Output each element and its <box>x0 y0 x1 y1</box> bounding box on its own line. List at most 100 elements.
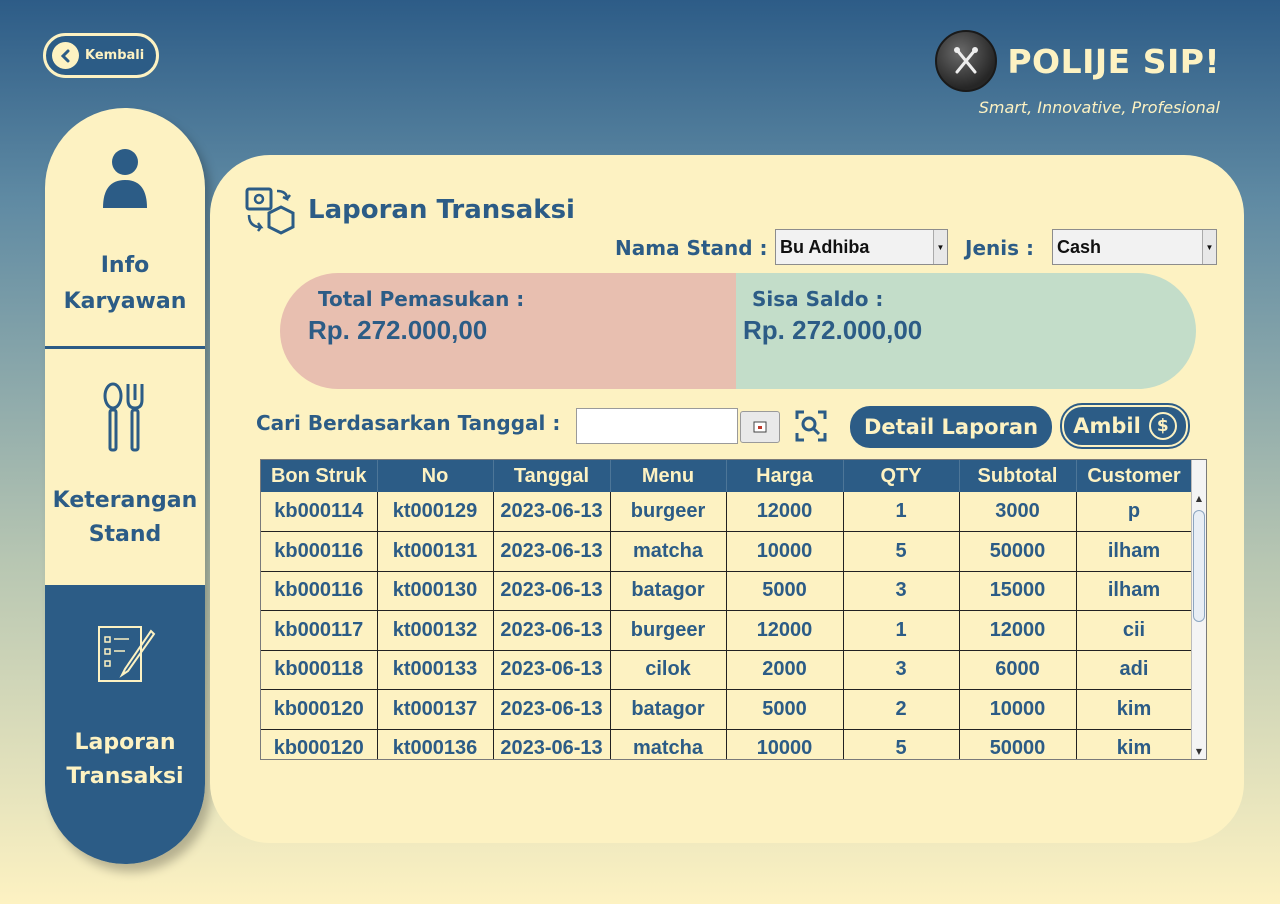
sidebar-item-label: Info <box>100 253 150 278</box>
summary-card: Total Pemasukan : Rp. 272.000,00 Sisa Sa… <box>280 273 1196 389</box>
jenis-select[interactable]: Cash ▼ <box>1052 229 1217 265</box>
scan-search-icon <box>794 410 828 447</box>
table-row[interactable]: kb000116 kt000131 2023-06-13 matcha 10000 5 50… <box>261 531 1193 572</box>
sidebar-item-label: Keterangan <box>52 488 198 513</box>
table-cell: kb000118 <box>261 650 378 690</box>
stand-select[interactable]: Bu Adhiba ▼ <box>775 229 948 265</box>
column-header[interactable]: Menu <box>610 460 727 492</box>
table-cell: 10000 <box>726 729 844 759</box>
table-row[interactable]: kb000118 kt000133 2023-06-13 cilok 2000 3 6000… <box>261 650 1193 690</box>
table-cell: 15000 <box>959 571 1077 611</box>
checklist-pen-icon <box>95 623 157 689</box>
back-label: Kembali <box>85 48 145 63</box>
table-cell: 2000 <box>726 650 844 690</box>
sidebar: Info Karyawan Keterangan Stand Laporan T… <box>45 108 205 864</box>
table-cell: batagor <box>610 571 727 611</box>
column-header[interactable]: QTY <box>843 460 960 492</box>
table-cell: 1 <box>843 492 960 532</box>
sidebar-item-info-karyawan[interactable]: Info Karyawan <box>45 108 205 349</box>
scroll-thumb[interactable] <box>1193 510 1205 622</box>
table-row[interactable]: kb000117 kt000132 2023-06-13 burgeer 12000 1 1… <box>261 610 1193 651</box>
table-cell: matcha <box>610 531 727 572</box>
page-title: Laporan Transaksi <box>308 195 575 225</box>
scroll-down-icon[interactable]: ▼ <box>1192 745 1206 759</box>
table-cell: kb000117 <box>261 610 378 651</box>
table-cell: batagor <box>610 689 727 730</box>
scroll-up-icon[interactable]: ▲ <box>1192 492 1206 506</box>
table-row[interactable]: kb000116 kt000130 2023-06-13 batagor 5000 3 15… <box>261 571 1193 611</box>
brand-logo-icon <box>935 30 998 92</box>
income-value: Rp. 272.000,00 <box>308 315 488 345</box>
table-cell: 5 <box>843 729 960 759</box>
main-panel: Laporan Transaksi Nama Stand : Bu Adhiba… <box>210 155 1244 843</box>
table-cell: 3 <box>843 650 960 690</box>
table-cell: 2 <box>843 689 960 730</box>
ambil-label: Ambil <box>1073 414 1141 438</box>
table-cell: kt000137 <box>377 689 494 730</box>
user-icon <box>101 148 149 214</box>
table-cell: 50000 <box>959 531 1077 572</box>
dollar-icon: $ <box>1148 412 1177 440</box>
sidebar-item-keterangan-stand[interactable]: Keterangan Stand <box>45 349 205 588</box>
table-cell: p <box>1076 492 1193 532</box>
table-cell: 2023-06-13 <box>493 492 611 532</box>
balance-summary: Sisa Saldo : Rp. 272.000,00 <box>736 273 1196 389</box>
column-header[interactable]: Subtotal <box>959 460 1077 492</box>
date-input[interactable] <box>576 408 738 444</box>
table-cell: 10000 <box>726 531 844 572</box>
transaction-table[interactable]: Bon Struk No Tanggal Menu Harga QTY Subtotal Cu… <box>260 459 1207 760</box>
balance-label: Sisa Saldo : <box>752 287 884 311</box>
table-cell: 1 <box>843 610 960 651</box>
table-cell: 6000 <box>959 650 1077 690</box>
column-header[interactable]: Harga <box>726 460 844 492</box>
table-cell: cilok <box>610 650 727 690</box>
table-cell: kb000114 <box>261 492 378 532</box>
table-row[interactable]: kb000114 kt000129 2023-06-13 burgeer 12000 1 3… <box>261 492 1193 532</box>
detail-laporan-button[interactable]: Detail Laporan <box>850 406 1052 448</box>
chevron-down-icon: ▼ <box>1202 230 1216 264</box>
back-button[interactable]: Kembali <box>43 33 159 78</box>
chevron-down-icon: ▼ <box>933 230 947 264</box>
table-cell: 2023-06-13 <box>493 729 611 759</box>
brand: POLIJE SIP! Smart, Innovative, Profesion… <box>935 30 1220 117</box>
income-label: Total Pemasukan : <box>318 287 525 311</box>
search-scan-button[interactable] <box>794 409 828 447</box>
column-header[interactable]: Bon Struk <box>261 460 378 492</box>
table-cell: 12000 <box>959 610 1077 651</box>
table-cell: 2023-06-13 <box>493 610 611 651</box>
table-cell: ilham <box>1076 531 1193 572</box>
income-summary: Total Pemasukan : Rp. 272.000,00 <box>280 273 736 389</box>
sidebar-item-label: Karyawan <box>63 289 187 314</box>
table-cell: 5000 <box>726 571 844 611</box>
sidebar-item-label: Stand <box>88 522 162 547</box>
column-header[interactable]: Tanggal <box>493 460 611 492</box>
table-cell: kt000130 <box>377 571 494 611</box>
table-cell: 50000 <box>959 729 1077 759</box>
table-cell: 5000 <box>726 689 844 730</box>
column-header[interactable]: Customer <box>1076 460 1193 492</box>
calendar-button[interactable] <box>740 411 780 443</box>
table-row[interactable]: kb000120 kt000136 2023-06-13 matcha 10000 5 50… <box>261 729 1193 759</box>
column-header[interactable]: No <box>377 460 494 492</box>
table-cell: kim <box>1076 729 1193 759</box>
table-cell: 2023-06-13 <box>493 531 611 572</box>
table-header-row: Bon Struk No Tanggal Menu Harga QTY Subtotal Cu… <box>261 460 1193 492</box>
table-row[interactable]: kb000120 kt000137 2023-06-13 batagor 5000 2 10… <box>261 689 1193 730</box>
table-cell: burgeer <box>610 492 727 532</box>
table-cell: adi <box>1076 650 1193 690</box>
jenis-label: Jenis : <box>965 236 1034 260</box>
sidebar-item-label: Transaksi <box>66 764 184 789</box>
table-cell: 5 <box>843 531 960 572</box>
vertical-scrollbar[interactable]: ▲ ▼ <box>1191 460 1206 759</box>
table-cell: 12000 <box>726 610 844 651</box>
sidebar-item-laporan-transaksi[interactable]: Laporan Transaksi <box>45 588 205 864</box>
table-cell: burgeer <box>610 610 727 651</box>
table-cell: kb000116 <box>261 571 378 611</box>
jenis-select-value: Cash <box>1057 236 1102 257</box>
table-cell: kb000116 <box>261 531 378 572</box>
table-cell: cii <box>1076 610 1193 651</box>
table-cell: kt000131 <box>377 531 494 572</box>
calendar-icon <box>753 418 767 437</box>
ambil-button[interactable]: Ambil $ <box>1060 403 1190 449</box>
fork-knife-icon <box>102 382 148 456</box>
